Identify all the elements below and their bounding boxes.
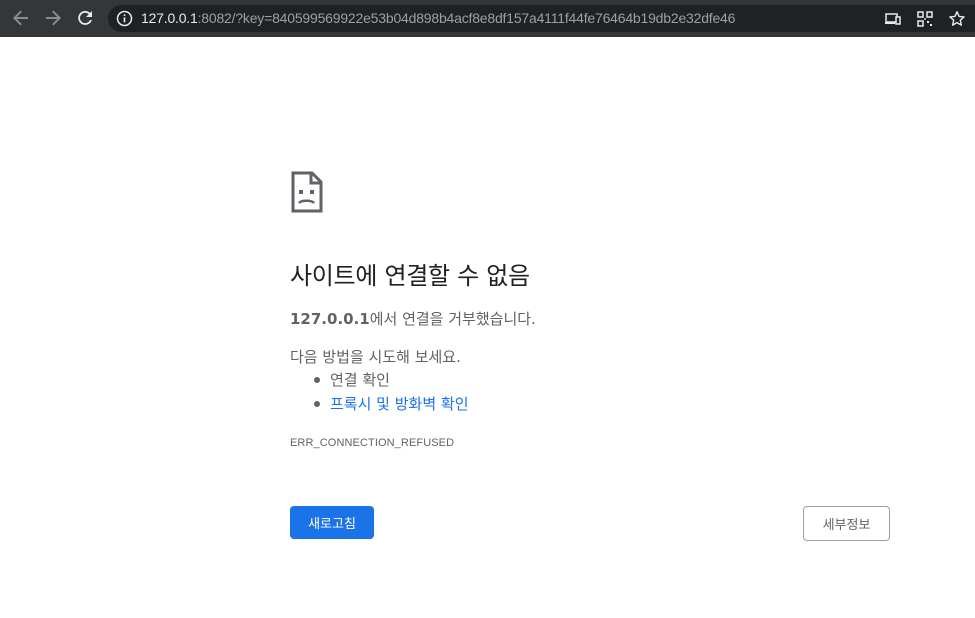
browser-toolbar: 127.0.0.1:8082/?key=840599569922e53b04d8… <box>0 0 975 37</box>
suggestion-check-connection: 연결 확인 <box>314 370 469 394</box>
star-icon[interactable] <box>948 10 966 28</box>
address-bar[interactable]: 127.0.0.1:8082/?key=840599569922e53b04d8… <box>108 5 975 32</box>
url-host: 127.0.0.1 <box>141 10 198 26</box>
arrow-left-icon <box>13 10 28 26</box>
cast-icon[interactable] <box>884 10 902 28</box>
error-code: ERR_CONNECTION_REFUSED <box>290 437 455 449</box>
reload-button[interactable] <box>72 6 98 30</box>
error-host: 127.0.0.1 <box>290 310 370 328</box>
details-button[interactable]: 세부정보 <box>803 506 890 541</box>
forward-button[interactable] <box>40 6 66 30</box>
sad-page-icon <box>291 171 323 213</box>
url-path: :8082/?key=840599569922e53b04d898b4acf8e… <box>197 10 736 26</box>
arrow-right-icon <box>46 10 61 26</box>
page-title: 사이트에 연결할 수 없음 <box>290 262 530 290</box>
suggestion-check-proxy-firewall-link[interactable]: 프록시 및 방화벽 확인 <box>314 394 469 418</box>
error-description: 127.0.0.1에서 연결을 거부했습니다. <box>290 308 536 329</box>
suggestions-title: 다음 방법을 시도해 보세요. <box>290 348 461 366</box>
suggestions-list: 연결 확인 프록시 및 방화벽 확인 <box>314 370 469 418</box>
reload-page-button[interactable]: 새로고침 <box>290 506 374 539</box>
url-text[interactable]: 127.0.0.1:8082/?key=840599569922e53b04d8… <box>141 5 735 32</box>
back-button[interactable] <box>8 6 34 30</box>
error-message: 에서 연결을 거부했습니다. <box>369 310 536 328</box>
qr-code-icon[interactable] <box>916 10 934 28</box>
reload-icon <box>78 10 92 25</box>
info-icon[interactable] <box>116 10 133 27</box>
